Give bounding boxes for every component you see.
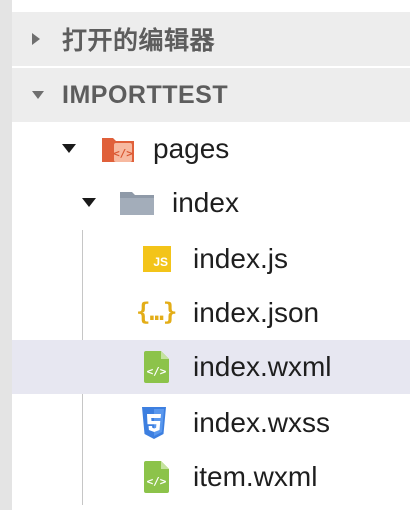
open-editors-header[interactable]: 打开的编辑器 xyxy=(12,12,410,66)
chevron-down-icon xyxy=(32,91,44,99)
tree-item-label: item.wxml xyxy=(193,461,318,492)
chevron-down-icon xyxy=(82,198,96,207)
open-editors-label: 打开的编辑器 xyxy=(62,27,216,55)
chevron-down-icon xyxy=(62,144,76,153)
wxml-file-icon: </> xyxy=(144,461,170,493)
tree-item-index-folder[interactable]: index xyxy=(12,176,410,230)
project-label: IMPORTTEST xyxy=(62,80,229,109)
left-gutter xyxy=(0,0,12,510)
css-file-icon xyxy=(140,407,168,439)
tree-item-pages[interactable]: </> pages xyxy=(12,122,410,176)
tree-item-label: index xyxy=(172,187,239,218)
svg-text:</>: </> xyxy=(147,475,167,488)
pages-folder-icon: </> xyxy=(100,134,136,164)
svg-text:</>: </> xyxy=(147,365,167,378)
tree-item-label: index.wxss xyxy=(193,407,330,438)
project-header[interactable]: IMPORTTEST xyxy=(12,68,410,122)
js-file-icon: JS xyxy=(143,246,171,272)
svg-text:</>: </> xyxy=(113,147,133,160)
chevron-right-icon xyxy=(32,33,40,45)
tree-item-file[interactable]: JS index.js xyxy=(12,232,410,286)
tree-item-label: index.js xyxy=(193,243,288,274)
tree-item-file-selected[interactable]: </> index.wxml xyxy=(12,340,410,394)
tree-item-label: pages xyxy=(153,133,230,164)
json-file-icon: {…} xyxy=(136,298,177,326)
tree-item-file[interactable]: </> item.wxml xyxy=(12,450,410,504)
tree-item-label: index.wxml xyxy=(193,351,332,382)
tree-item-file[interactable]: index.wxss xyxy=(12,396,410,450)
wxml-file-icon: </> xyxy=(144,351,170,383)
tree-item-file[interactable]: {…} index.json xyxy=(12,286,410,340)
folder-icon xyxy=(119,189,155,217)
tree-item-label: index.json xyxy=(193,297,320,328)
